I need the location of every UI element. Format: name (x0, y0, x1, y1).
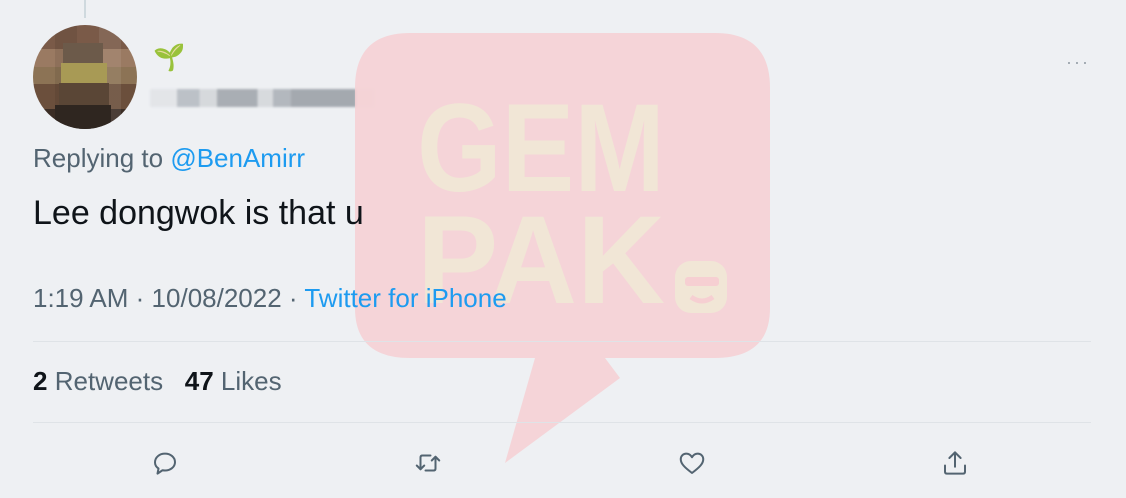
avatar[interactable] (33, 25, 137, 129)
tweet-text: Lee dongwok is that u (33, 194, 364, 232)
tweet-date-link[interactable]: 10/08/2022 (152, 283, 282, 313)
watermark-line1: GEM (417, 79, 665, 218)
likes-count: 47 (184, 366, 214, 396)
reply-button[interactable] (148, 446, 182, 480)
retweets-stat[interactable]: 2 Retweets (33, 366, 163, 396)
tweet-stats: 2 Retweets 47 Likes (33, 366, 282, 397)
display-name-blurred[interactable] (150, 89, 374, 107)
replying-prefix: Replying to (33, 143, 164, 173)
likes-stat[interactable]: 47 Likes (185, 366, 282, 396)
watermark-face-icon (675, 261, 727, 313)
retweets-label: Retweets (54, 366, 164, 396)
retweets-count: 2 (33, 366, 48, 396)
replying-to: Replying to @BenAmirr (33, 143, 305, 174)
sprout-emoji: 🌱 (153, 42, 186, 72)
heart-icon (679, 452, 705, 474)
reply-icon (154, 452, 176, 475)
like-button[interactable] (675, 446, 709, 480)
retweet-icon (415, 454, 441, 472)
replying-handle-link[interactable]: @BenAmirr (170, 143, 305, 173)
divider (33, 422, 1091, 423)
tweet-time-link[interactable]: 1:19 AM (33, 283, 128, 313)
share-button[interactable] (938, 446, 972, 480)
more-options-icon[interactable]: ··· (1066, 52, 1090, 73)
thread-line (84, 0, 86, 18)
retweet-button[interactable] (411, 446, 445, 480)
tweet-meta: 1:19 AM · 10/08/2022 · Twitter for iPhon… (33, 283, 507, 313)
watermark-bubble (355, 33, 770, 463)
likes-label: Likes (220, 366, 282, 396)
share-icon (944, 451, 966, 475)
gempak-watermark: GEM PAK (355, 33, 770, 463)
divider (33, 341, 1091, 342)
tweet-source-link[interactable]: Twitter for iPhone (304, 283, 506, 313)
